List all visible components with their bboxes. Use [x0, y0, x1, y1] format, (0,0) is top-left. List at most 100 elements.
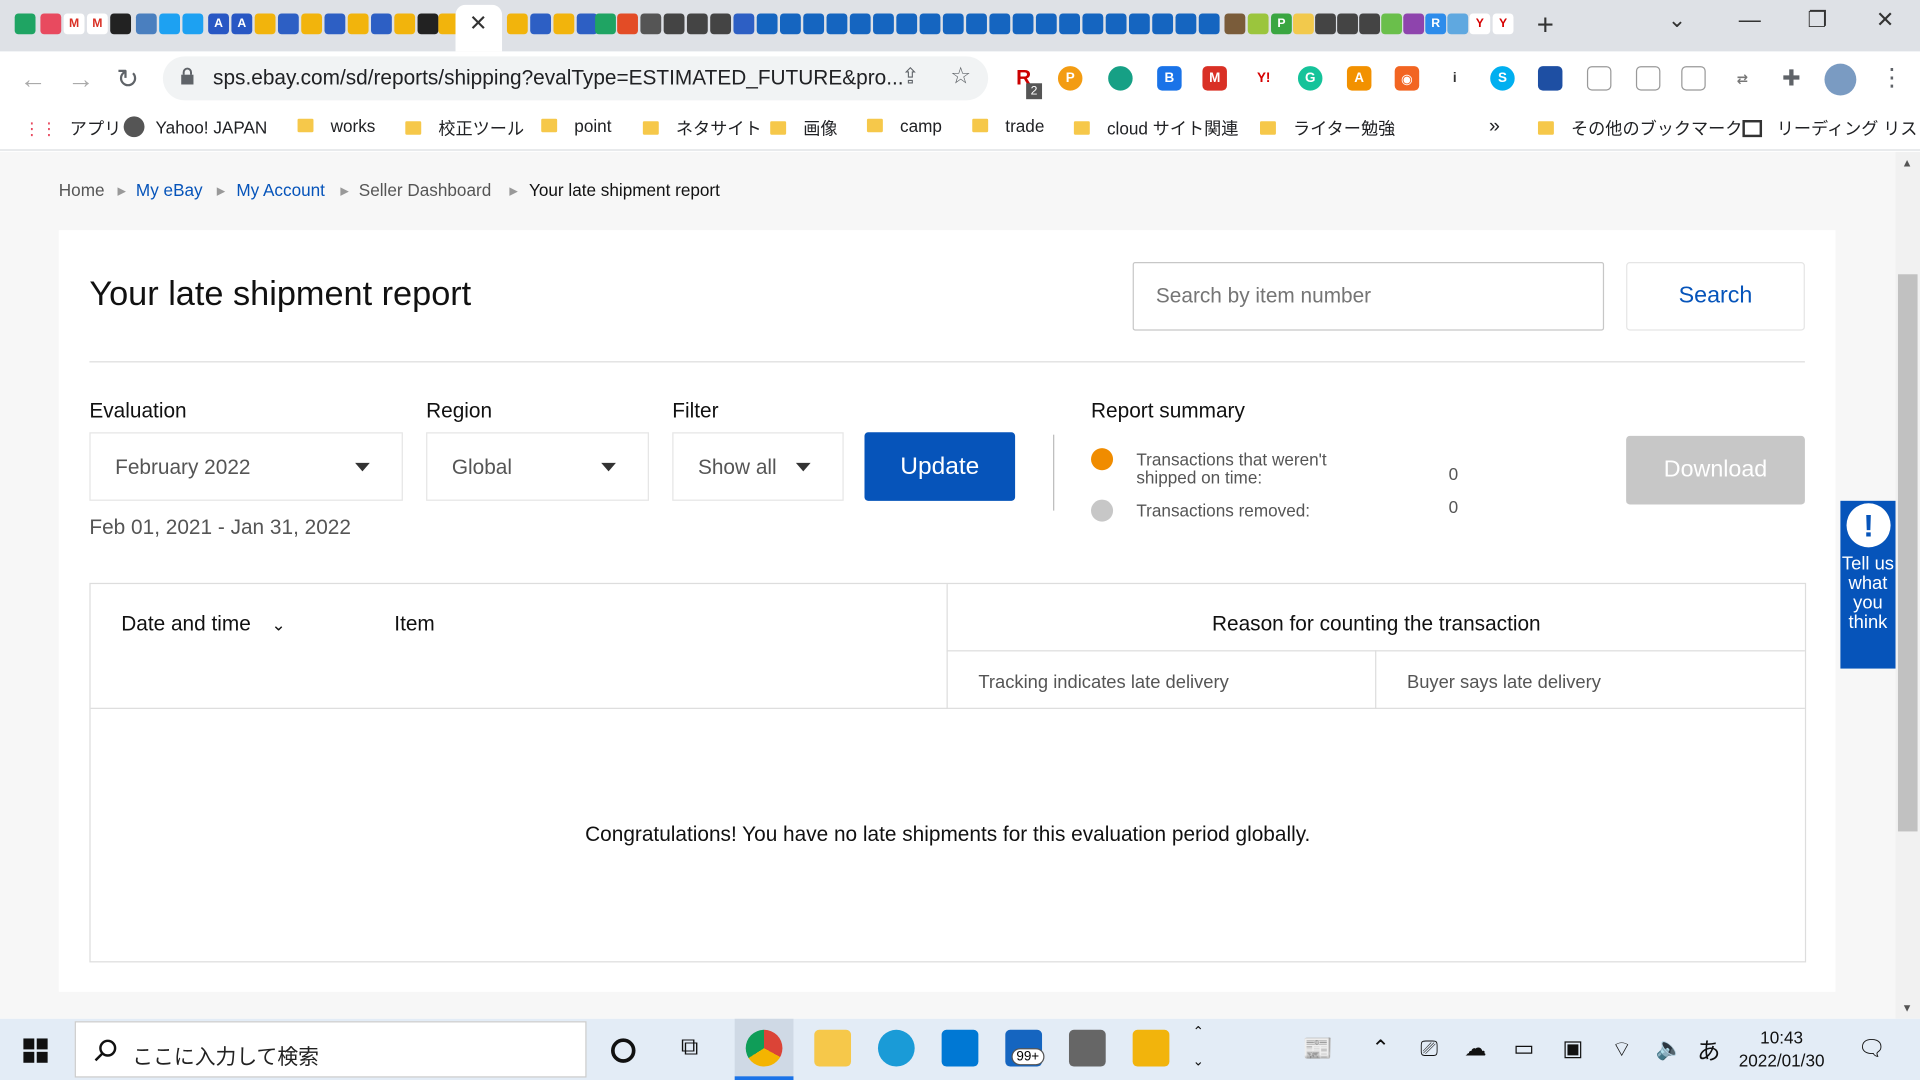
bookmark-folder[interactable]: works [297, 116, 375, 136]
app-icon[interactable] [1315, 13, 1336, 35]
yahoo-icon[interactable]: Y [1469, 13, 1491, 35]
taskbar-search-box[interactable]: ここに入力して検索 [74, 1021, 587, 1078]
app-icon[interactable] [710, 13, 732, 35]
back-icon[interactable]: ← [20, 64, 47, 96]
app-icon[interactable] [277, 13, 299, 35]
forward-icon[interactable]: → [67, 64, 94, 96]
app-icon[interactable] [942, 13, 964, 35]
app-icon[interactable] [756, 13, 778, 35]
amazon-extension-icon[interactable]: A [1346, 66, 1372, 91]
app-icon[interactable] [324, 13, 346, 35]
app-icon[interactable] [966, 13, 987, 35]
taskbar-clock[interactable]: 10:43 2022/01/30 [1727, 1026, 1837, 1073]
edge-icon[interactable] [877, 1029, 915, 1067]
app-icon[interactable] [394, 13, 416, 35]
app-icon[interactable] [663, 13, 685, 35]
file-explorer-icon[interactable] [814, 1029, 852, 1067]
search-button[interactable]: Search [1626, 262, 1805, 331]
reading-list[interactable]: リーディング リスト [1742, 116, 1920, 140]
breadcrumb-seller-dashboard[interactable]: Seller Dashboard [359, 180, 491, 200]
app-icon[interactable] [1447, 13, 1469, 35]
app-icon[interactable] [135, 13, 157, 35]
app-icon[interactable] [110, 13, 132, 35]
app-icon[interactable] [640, 13, 662, 35]
wifi-icon[interactable]: ⌔ [1611, 1036, 1632, 1064]
bookmark-apps[interactable]: ⋮⋮ アプリ [23, 116, 121, 140]
address-bar[interactable]: sps.ebay.com/sd/reports/shipping?evalTyp… [162, 56, 989, 101]
bookmark-folder[interactable]: ライター勉強 [1260, 116, 1395, 140]
shield-extension-icon[interactable] [1537, 66, 1563, 91]
app-icon[interactable] [1224, 13, 1246, 35]
filter-dropdown[interactable]: Show all [672, 432, 844, 501]
ime-indicator[interactable]: あ [1697, 1033, 1720, 1066]
extension-point-icon[interactable]: P [1057, 66, 1083, 91]
profile-avatar[interactable] [1824, 63, 1857, 96]
app-icon[interactable] [733, 13, 755, 35]
close-tab-icon[interactable]: ✕ [469, 11, 487, 37]
app-icon[interactable] [1293, 13, 1314, 35]
onedrive-icon[interactable]: ☁ [1464, 1036, 1486, 1062]
extension-leaf-icon[interactable] [1108, 66, 1133, 91]
bookmark-folder[interactable]: point [541, 116, 611, 136]
windows-start-icon[interactable] [23, 1038, 48, 1063]
breadcrumb-my-account[interactable]: My Account [236, 180, 325, 200]
display-icon[interactable]: ▣ [1562, 1036, 1583, 1062]
extension-on-icon[interactable] [1681, 66, 1706, 91]
extension-box-icon[interactable] [1586, 66, 1612, 91]
scrollbar-thumb[interactable] [1897, 274, 1918, 832]
scroll-up-icon[interactable]: ▲ [1902, 157, 1913, 169]
app-icon[interactable] [506, 13, 528, 35]
app-icon[interactable] [1381, 13, 1403, 35]
app-icon[interactable] [1068, 1029, 1106, 1067]
grammarly-icon[interactable]: G [1297, 66, 1323, 91]
bookmark-folder[interactable]: trade [972, 116, 1044, 136]
app-icon[interactable] [417, 13, 439, 35]
app-icon[interactable] [1105, 13, 1127, 35]
new-tab-icon[interactable]: + [1537, 9, 1554, 43]
app-icon[interactable] [40, 13, 62, 35]
taskbar-scroll-up-icon[interactable]: ⌃ [1193, 1024, 1204, 1040]
minimize-icon[interactable]: — [1739, 7, 1761, 33]
app-icon[interactable] [617, 13, 638, 35]
app-icon[interactable]: A [208, 13, 229, 35]
battery-icon[interactable]: ▭ [1513, 1036, 1534, 1062]
menu-kebab-icon[interactable]: ⋮ [1880, 62, 1904, 93]
volume-icon[interactable]: 🔈 [1656, 1036, 1683, 1062]
app-icon[interactable] [826, 13, 848, 35]
app-icon[interactable] [347, 13, 369, 35]
google-drive-icon[interactable] [14, 13, 36, 35]
rss-icon[interactable]: ◉ [1394, 66, 1420, 91]
app-icon[interactable] [780, 13, 801, 35]
chrome-icon[interactable] [745, 1029, 783, 1067]
bookmark-folder[interactable]: cloud サイト関連 [1073, 116, 1238, 140]
download-button[interactable]: Download [1626, 435, 1805, 505]
cortana-icon[interactable] [611, 1038, 636, 1063]
other-bookmarks[interactable]: その他のブックマーク [1537, 116, 1742, 140]
yahoo-icon[interactable]: Y [1492, 13, 1514, 35]
gmail-icon[interactable]: M [63, 13, 85, 35]
app-icon[interactable] [1403, 13, 1425, 35]
bookmark-folder[interactable]: 校正ツール [405, 116, 524, 140]
app-icon[interactable] [1059, 13, 1080, 35]
news-widget-icon[interactable]: 📰 [1303, 1033, 1333, 1064]
taskbar-scroll-down-icon[interactable]: ⌄ [1193, 1053, 1204, 1069]
app-icon[interactable] [919, 13, 941, 35]
bookmark-yahoo[interactable]: Yahoo! JAPAN [123, 116, 268, 138]
mail-extension-icon[interactable]: M [1202, 66, 1227, 91]
extension-bl-icon[interactable]: B [1157, 66, 1182, 91]
app-icon[interactable] [1198, 13, 1220, 35]
search-input[interactable] [1132, 262, 1605, 331]
bookmark-folder[interactable]: ネタサイト [642, 116, 762, 140]
app-icon[interactable] [1175, 13, 1197, 35]
tab-search-icon[interactable]: ⌄ [1668, 7, 1686, 33]
app-icon[interactable] [254, 13, 276, 35]
app-icon[interactable] [301, 13, 323, 35]
update-button[interactable]: Update [864, 432, 1016, 501]
yahoo-extension-icon[interactable]: Y! [1251, 66, 1276, 91]
share-icon[interactable]: ⇪ [901, 64, 919, 90]
extensions-puzzle-icon[interactable]: ✚ [1779, 66, 1804, 91]
app-icon[interactable] [1247, 13, 1269, 35]
reload-icon[interactable]: ↻ [116, 64, 139, 96]
app-icon[interactable] [1337, 13, 1358, 35]
app-icon[interactable] [371, 13, 392, 35]
